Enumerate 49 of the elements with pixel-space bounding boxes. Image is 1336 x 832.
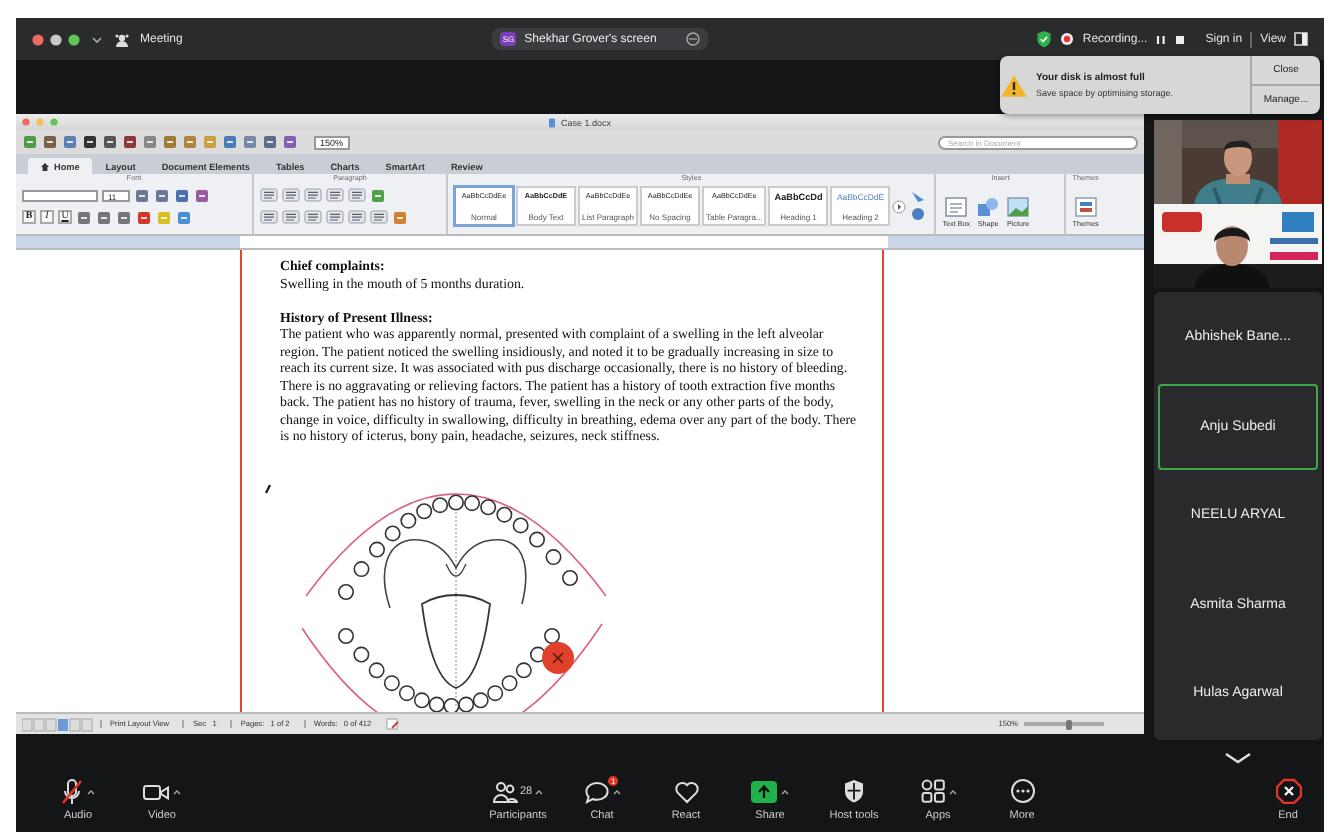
align-left-icon[interactable] — [260, 210, 278, 224]
font-name-field[interactable] — [22, 189, 98, 201]
chevron-down-icon[interactable] — [1222, 750, 1254, 766]
bullet-list-icon[interactable] — [260, 188, 278, 202]
proofing-icon — [385, 718, 400, 730]
heart-icon — [673, 779, 699, 803]
style-tools-icon[interactable] — [908, 188, 929, 224]
increase-indent-icon[interactable] — [348, 188, 366, 202]
muted-microphone-icon — [60, 777, 84, 805]
decrease-indent-icon[interactable] — [326, 188, 344, 202]
people-icon — [491, 779, 518, 803]
anchor-icon — [264, 484, 272, 494]
stop-icon[interactable] — [1173, 33, 1186, 45]
apps-icon — [919, 778, 945, 804]
align-center-icon[interactable] — [282, 210, 300, 224]
caret-icon[interactable] — [947, 787, 957, 795]
camera-icon — [142, 781, 170, 801]
text-box-icon — [944, 196, 969, 218]
pause-icon[interactable] — [1155, 33, 1166, 45]
multilevel-list-icon[interactable] — [304, 188, 322, 202]
themes-icon — [1073, 196, 1098, 218]
chevron-icon[interactable] — [90, 33, 104, 45]
circle-icon[interactable] — [686, 32, 701, 46]
line-spacing-icon[interactable] — [348, 210, 366, 224]
view-layout-icon[interactable] — [1294, 32, 1308, 46]
caret-icon[interactable] — [611, 787, 621, 795]
borders-icon[interactable] — [370, 210, 388, 224]
align-right-icon[interactable] — [304, 210, 322, 224]
home-icon — [40, 161, 50, 171]
more-styles-icon[interactable] — [892, 199, 907, 213]
security-shield-icon[interactable] — [1036, 30, 1053, 48]
chat-icon — [583, 779, 609, 803]
caret-icon[interactable] — [780, 787, 790, 795]
end-call-icon — [1275, 778, 1301, 804]
record-icon — [1060, 32, 1075, 46]
warning-icon — [1000, 73, 1028, 97]
zoom-slider-thumb[interactable] — [1065, 719, 1071, 729]
document-icon — [548, 117, 557, 127]
shield-icon — [842, 778, 866, 804]
numbered-list-icon[interactable] — [282, 188, 300, 202]
meeting-icon — [114, 31, 130, 47]
caret-icon[interactable] — [86, 787, 96, 795]
caret-icon[interactable] — [172, 787, 182, 795]
justify-icon[interactable] — [326, 210, 344, 224]
picture-icon — [1006, 196, 1031, 218]
caret-icon[interactable] — [534, 787, 545, 795]
more-icon — [1009, 778, 1035, 804]
share-screen-icon — [750, 779, 778, 803]
shapes-icon — [976, 196, 1001, 218]
